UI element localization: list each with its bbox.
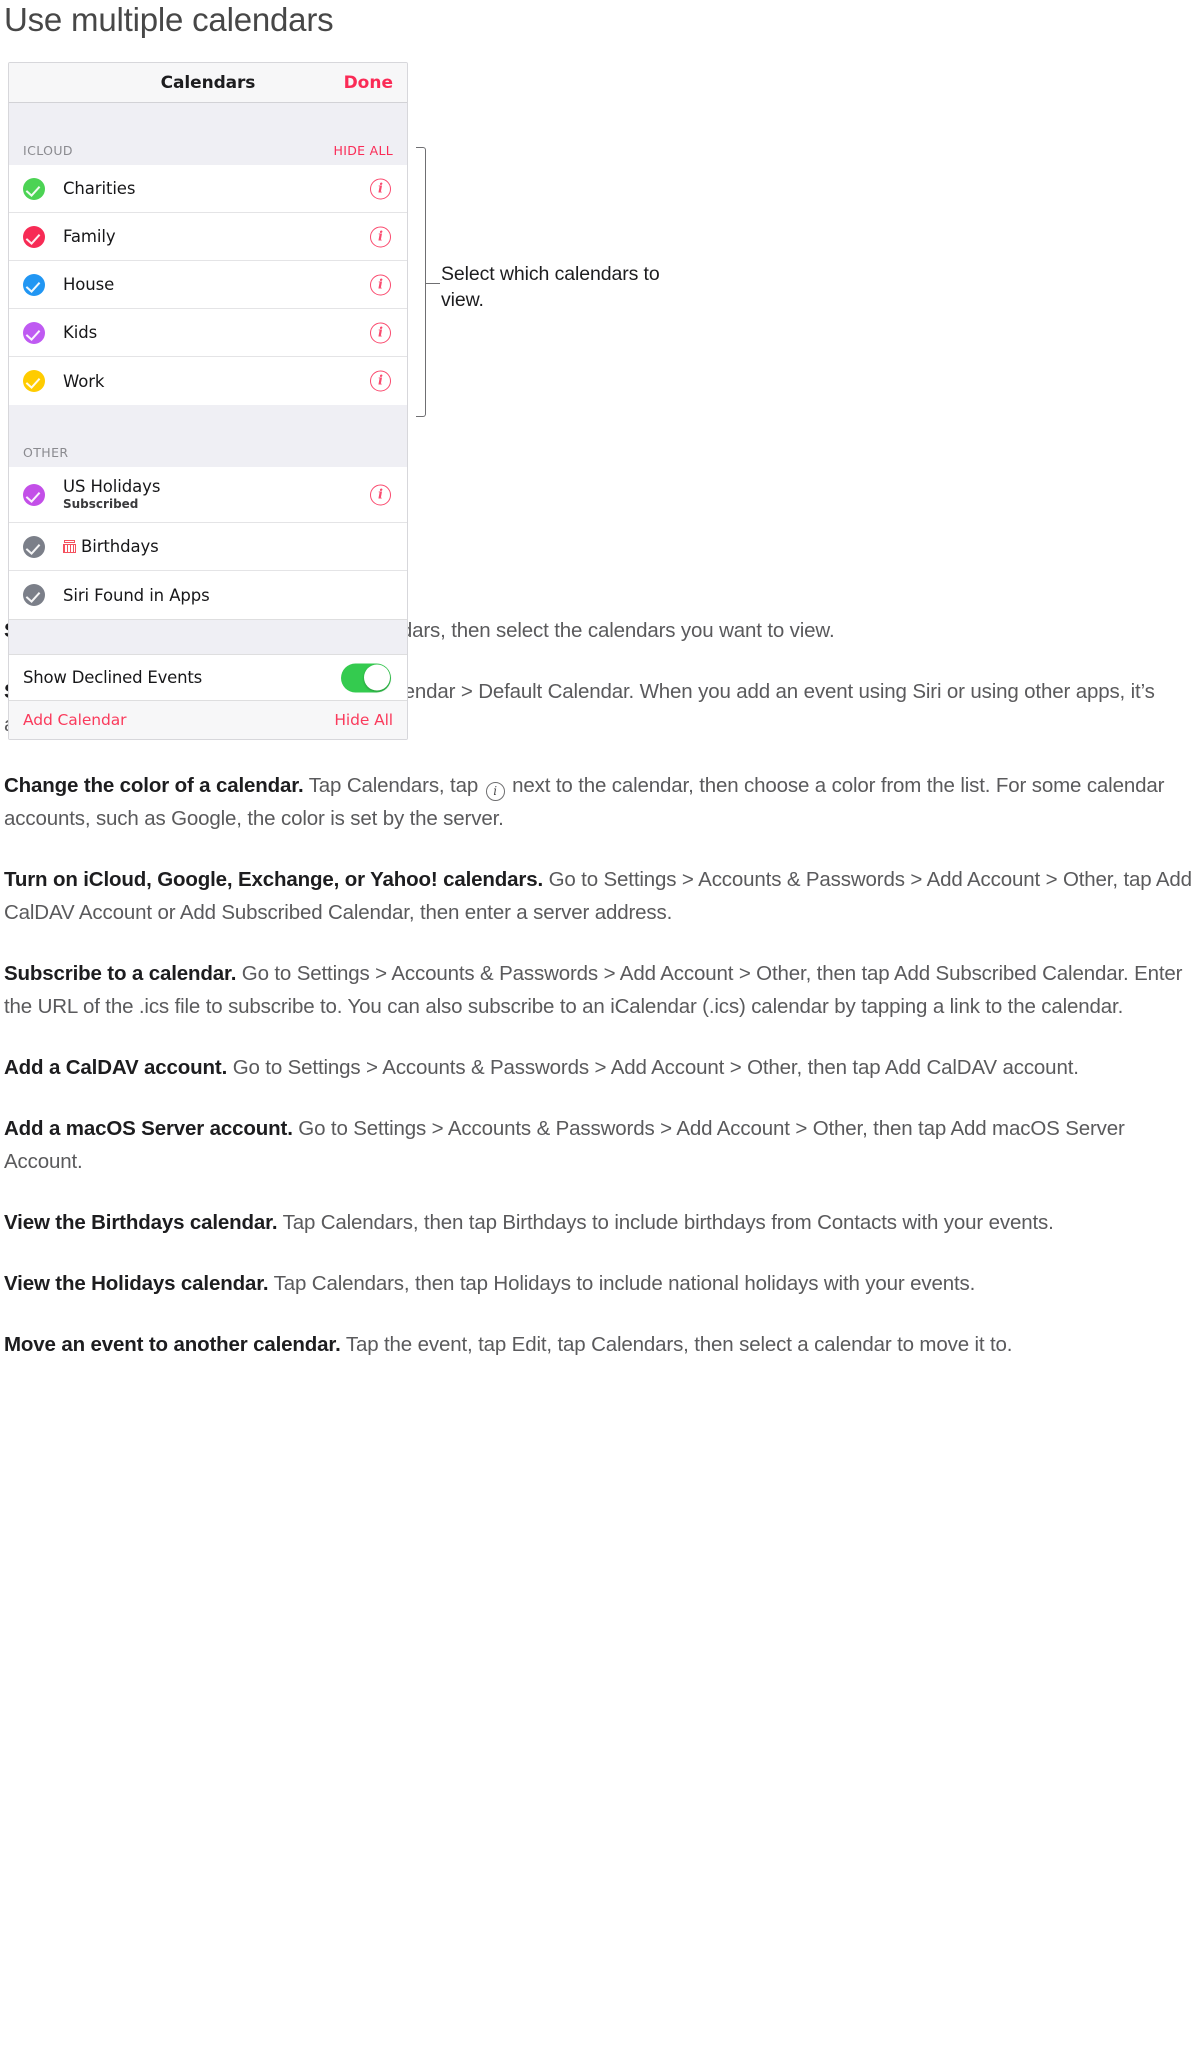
- tip-heading: Change the color of a calendar.: [4, 774, 304, 797]
- panel-bottom-spacer: [9, 619, 407, 655]
- tip-subscribe-to-calendar: Subscribe to a calendar. Go to Settings …: [4, 957, 1194, 1023]
- calendar-subtitle: Subscribed: [63, 497, 139, 511]
- tip-body: Tap Calendars, then tap Birthdays to inc…: [277, 1211, 1054, 1234]
- calendar-row-us-holidays[interactable]: US Holidays Subscribed i: [9, 467, 407, 523]
- navbar-title: Calendars: [160, 72, 256, 93]
- panel-top-spacer: [9, 103, 407, 135]
- icloud-calendar-list: Charities i Family i House i Kids i Work…: [9, 165, 407, 405]
- checkmark-icon[interactable]: [23, 225, 45, 248]
- toggle-knob: [363, 664, 390, 691]
- info-icon[interactable]: i: [370, 484, 391, 505]
- help-article-page: Use multiple calendars Calendars Done IC…: [0, 0, 1198, 1361]
- page-title: Use multiple calendars: [4, 1, 334, 38]
- callout-label: Select which calendars to view.: [441, 263, 660, 311]
- tip-heading: View the Birthdays calendar.: [4, 1211, 278, 1234]
- checkmark-icon[interactable]: [23, 273, 45, 296]
- calendar-name: Kids: [63, 323, 98, 342]
- calendar-row-birthdays[interactable]: Birthdays: [9, 523, 407, 571]
- tip-add-macos-server-account: Add a macOS Server account. Go to Settin…: [4, 1112, 1194, 1178]
- tip-change-calendar-color: Change the color of a calendar. Tap Cale…: [4, 769, 1194, 835]
- section-header-icloud-label: ICLOUD: [23, 142, 73, 158]
- show-declined-events-toggle[interactable]: [341, 663, 391, 692]
- tip-body: Tap Calendars, tap: [303, 774, 484, 797]
- section-header-icloud: ICLOUD HIDE ALL: [9, 135, 407, 165]
- hide-all-footer-button[interactable]: Hide All: [334, 711, 393, 729]
- tip-add-caldav-account: Add a CalDAV account. Go to Settings > A…: [4, 1051, 1194, 1084]
- tip-view-holidays-calendar: View the Holidays calendar. Tap Calendar…: [4, 1267, 1194, 1300]
- calendar-name: House: [63, 275, 115, 294]
- calendar-row-work[interactable]: Work i: [9, 357, 407, 405]
- checkmark-icon[interactable]: [23, 177, 45, 200]
- checkmark-icon[interactable]: [23, 584, 45, 606]
- checkmark-icon[interactable]: [23, 370, 45, 392]
- tip-move-event-to-another-calendar: Move an event to another calendar. Tap t…: [4, 1328, 1194, 1361]
- info-icon[interactable]: i: [370, 370, 391, 392]
- calendar-row-charities[interactable]: Charities i: [9, 165, 407, 213]
- info-icon[interactable]: i: [370, 226, 391, 247]
- done-button[interactable]: Done: [344, 73, 393, 93]
- calendar-row-kids[interactable]: Kids i: [9, 309, 407, 357]
- calendar-row-house[interactable]: House i: [9, 261, 407, 309]
- calendar-name: Work: [63, 371, 105, 391]
- checkmark-icon[interactable]: [23, 535, 45, 558]
- info-icon[interactable]: i: [370, 322, 391, 343]
- show-declined-events-label: Show Declined Events: [23, 668, 203, 687]
- info-icon[interactable]: i: [370, 178, 391, 199]
- tip-view-birthdays-calendar: View the Birthdays calendar. Tap Calenda…: [4, 1206, 1194, 1239]
- section-header-other-label: OTHER: [23, 444, 69, 460]
- info-icon[interactable]: i: [370, 274, 391, 295]
- section-header-other: OTHER: [9, 437, 407, 467]
- tip-heading: Add a CalDAV account.: [4, 1056, 228, 1079]
- calendar-name: Birthdays: [81, 537, 159, 556]
- calendar-name: Charities: [63, 179, 136, 198]
- add-calendar-button[interactable]: Add Calendar: [23, 711, 127, 729]
- tip-body: Tap the event, tap Edit, tap Calendars, …: [340, 1333, 1013, 1356]
- other-calendar-list: US Holidays Subscribed i Birthdays Siri …: [9, 467, 407, 619]
- calendar-row-family[interactable]: Family i: [9, 213, 407, 261]
- tip-heading: Turn on iCloud, Google, Exchange, or Yah…: [4, 868, 544, 891]
- info-icon: i: [485, 781, 505, 801]
- callout-bracket: [416, 147, 426, 417]
- checkmark-icon[interactable]: [23, 483, 45, 506]
- calendar-row-siri-found-in-apps[interactable]: Siri Found in Apps: [9, 571, 407, 619]
- calendar-text-block: US Holidays Subscribed: [63, 477, 160, 512]
- tip-heading: View the Holidays calendar.: [4, 1272, 269, 1295]
- panel-navbar: Calendars Done: [9, 63, 407, 103]
- tip-heading: Add a macOS Server account.: [4, 1117, 293, 1140]
- calendar-name: US Holidays: [63, 477, 161, 496]
- ios-calendars-panel: Calendars Done ICLOUD HIDE ALL Charities…: [8, 62, 408, 740]
- calendar-name: Family: [63, 227, 116, 246]
- tip-heading: Move an event to another calendar.: [4, 1333, 341, 1356]
- tip-body: Tap Calendars, then tap Holidays to incl…: [268, 1272, 976, 1295]
- panel-footer: Add Calendar Hide All: [9, 701, 407, 739]
- calendars-figure: Calendars Done ICLOUD HIDE ALL Charities…: [4, 56, 764, 740]
- checkmark-icon[interactable]: [23, 321, 45, 344]
- show-declined-events-row[interactable]: Show Declined Events: [9, 655, 407, 701]
- calendar-name: Siri Found in Apps: [63, 585, 210, 605]
- birthday-cake-icon: [63, 540, 76, 553]
- tip-heading: Subscribe to a calendar.: [4, 962, 237, 985]
- callout-leader-line: [426, 283, 440, 284]
- tip-body: Go to Settings > Accounts & Passwords > …: [227, 1056, 1079, 1079]
- panel-section-spacer: [9, 405, 407, 437]
- hide-all-button[interactable]: HIDE ALL: [334, 143, 393, 158]
- tip-turn-on-accounts: Turn on iCloud, Google, Exchange, or Yah…: [4, 863, 1194, 929]
- calendar-name-with-icon: Birthdays: [63, 537, 159, 556]
